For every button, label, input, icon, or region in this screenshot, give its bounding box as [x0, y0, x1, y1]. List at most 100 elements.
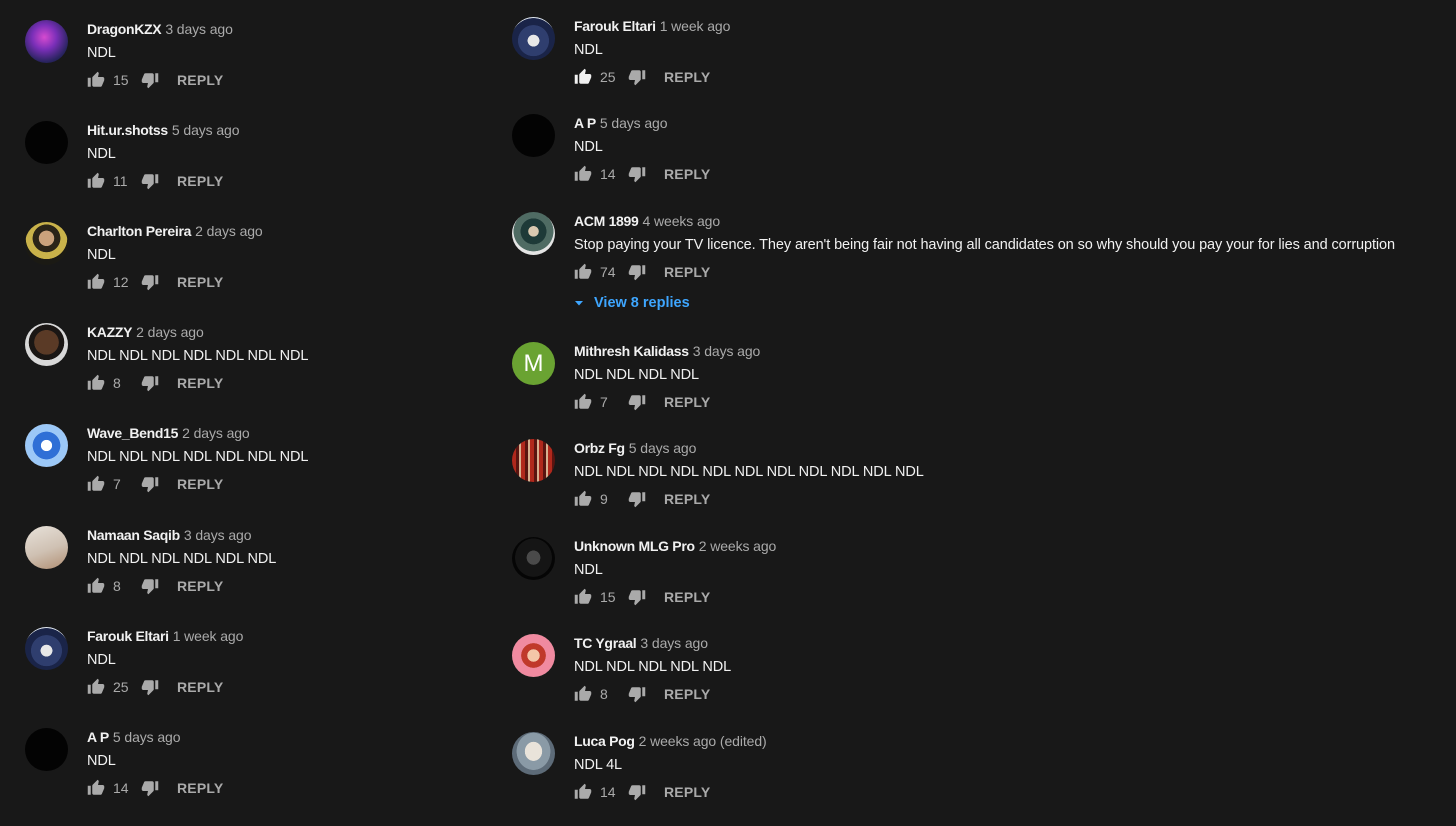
reply-button[interactable]: REPLY: [177, 72, 223, 88]
dislike-icon[interactable]: [141, 273, 159, 291]
avatar[interactable]: [512, 537, 555, 580]
like-icon[interactable]: [87, 577, 105, 595]
dislike-icon[interactable]: [628, 165, 646, 183]
comment-actions: 7 REPLY: [574, 390, 710, 414]
comment-timestamp[interactable]: 2 weeks ago: [699, 538, 777, 554]
like-icon[interactable]: [87, 678, 105, 696]
comment-timestamp[interactable]: 5 days ago: [629, 440, 697, 456]
avatar[interactable]: [25, 222, 68, 265]
author-name[interactable]: Mithresh Kalidass: [574, 343, 689, 359]
like-icon[interactable]: [87, 475, 105, 493]
author-name[interactable]: DragonKZX: [87, 21, 162, 37]
view-replies-button[interactable]: View 8 replies: [574, 295, 690, 311]
like-count: 14: [113, 780, 129, 796]
author-name[interactable]: ACM 1899: [574, 213, 639, 229]
avatar[interactable]: [25, 627, 68, 670]
avatar[interactable]: [25, 526, 68, 569]
dislike-icon[interactable]: [141, 678, 159, 696]
dislike-icon[interactable]: [141, 779, 159, 797]
author-name[interactable]: Unknown MLG Pro: [574, 538, 695, 554]
author-name[interactable]: Farouk Eltari: [574, 18, 656, 34]
like-icon[interactable]: [574, 165, 592, 183]
author-name[interactable]: Orbz Fg: [574, 440, 625, 456]
reply-button[interactable]: REPLY: [664, 589, 710, 605]
reply-button[interactable]: REPLY: [664, 686, 710, 702]
comment-timestamp[interactable]: 1 week ago: [660, 18, 731, 34]
comment-timestamp[interactable]: 2 weeks ago (edited): [639, 733, 767, 749]
avatar[interactable]: [512, 114, 555, 157]
avatar[interactable]: [512, 212, 555, 255]
avatar[interactable]: [512, 634, 555, 677]
author-name[interactable]: KAZZY: [87, 324, 132, 340]
dislike-icon[interactable]: [141, 71, 159, 89]
like-icon[interactable]: [87, 374, 105, 392]
comment-timestamp[interactable]: 3 days ago: [165, 21, 233, 37]
comment-timestamp[interactable]: 4 weeks ago: [643, 213, 721, 229]
author-name[interactable]: Namaan Saqib: [87, 527, 180, 543]
author-name[interactable]: Hit.ur.shotss: [87, 122, 168, 138]
author-name[interactable]: A P: [574, 115, 596, 131]
avatar[interactable]: [512, 732, 555, 775]
avatar[interactable]: [512, 17, 555, 60]
dislike-icon[interactable]: [628, 393, 646, 411]
comment-timestamp[interactable]: 2 days ago: [195, 223, 263, 239]
like-icon[interactable]: [574, 68, 592, 86]
author-name[interactable]: Wave_Bend15: [87, 425, 178, 441]
like-icon[interactable]: [574, 783, 592, 801]
author-name[interactable]: A P: [87, 729, 109, 745]
avatar[interactable]: [25, 323, 68, 366]
like-icon[interactable]: [574, 393, 592, 411]
avatar[interactable]: [25, 728, 68, 771]
reply-button[interactable]: REPLY: [177, 375, 223, 391]
comment-timestamp[interactable]: 5 days ago: [172, 122, 240, 138]
author-name[interactable]: Farouk Eltari: [87, 628, 169, 644]
comment-actions: 11 REPLY: [87, 169, 223, 193]
comment-timestamp[interactable]: 3 days ago: [184, 527, 252, 543]
avatar[interactable]: [512, 439, 555, 482]
reply-button[interactable]: REPLY: [177, 679, 223, 695]
comment-timestamp[interactable]: 5 days ago: [113, 729, 181, 745]
like-icon[interactable]: [574, 685, 592, 703]
avatar[interactable]: [25, 20, 68, 63]
dislike-icon[interactable]: [628, 685, 646, 703]
like-icon[interactable]: [87, 71, 105, 89]
comment-timestamp[interactable]: 5 days ago: [600, 115, 668, 131]
like-icon[interactable]: [87, 172, 105, 190]
reply-button[interactable]: REPLY: [177, 578, 223, 594]
dislike-icon[interactable]: [628, 783, 646, 801]
author-name[interactable]: TC Ygraal: [574, 635, 637, 651]
avatar[interactable]: [25, 424, 68, 467]
comment-timestamp[interactable]: 3 days ago: [640, 635, 708, 651]
reply-button[interactable]: REPLY: [177, 173, 223, 189]
dislike-icon[interactable]: [141, 577, 159, 595]
like-icon[interactable]: [87, 779, 105, 797]
reply-button[interactable]: REPLY: [177, 274, 223, 290]
dislike-icon[interactable]: [141, 172, 159, 190]
dislike-icon[interactable]: [628, 68, 646, 86]
reply-button[interactable]: REPLY: [177, 476, 223, 492]
like-icon[interactable]: [574, 490, 592, 508]
avatar[interactable]: M: [512, 342, 555, 385]
like-icon[interactable]: [574, 588, 592, 606]
comment-timestamp[interactable]: 3 days ago: [693, 343, 761, 359]
author-name[interactable]: Luca Pog: [574, 733, 635, 749]
reply-button[interactable]: REPLY: [664, 264, 710, 280]
dislike-icon[interactable]: [628, 588, 646, 606]
reply-button[interactable]: REPLY: [664, 491, 710, 507]
reply-button[interactable]: REPLY: [664, 394, 710, 410]
reply-button[interactable]: REPLY: [664, 784, 710, 800]
like-icon[interactable]: [574, 263, 592, 281]
comment-timestamp[interactable]: 1 week ago: [173, 628, 244, 644]
dislike-icon[interactable]: [628, 263, 646, 281]
like-icon[interactable]: [87, 273, 105, 291]
reply-button[interactable]: REPLY: [177, 780, 223, 796]
author-name[interactable]: Charlton Pereira: [87, 223, 191, 239]
dislike-icon[interactable]: [628, 490, 646, 508]
dislike-icon[interactable]: [141, 475, 159, 493]
comment-timestamp[interactable]: 2 days ago: [182, 425, 250, 441]
dislike-icon[interactable]: [141, 374, 159, 392]
comment-timestamp[interactable]: 2 days ago: [136, 324, 204, 340]
reply-button[interactable]: REPLY: [664, 69, 710, 85]
avatar[interactable]: [25, 121, 68, 164]
reply-button[interactable]: REPLY: [664, 166, 710, 182]
